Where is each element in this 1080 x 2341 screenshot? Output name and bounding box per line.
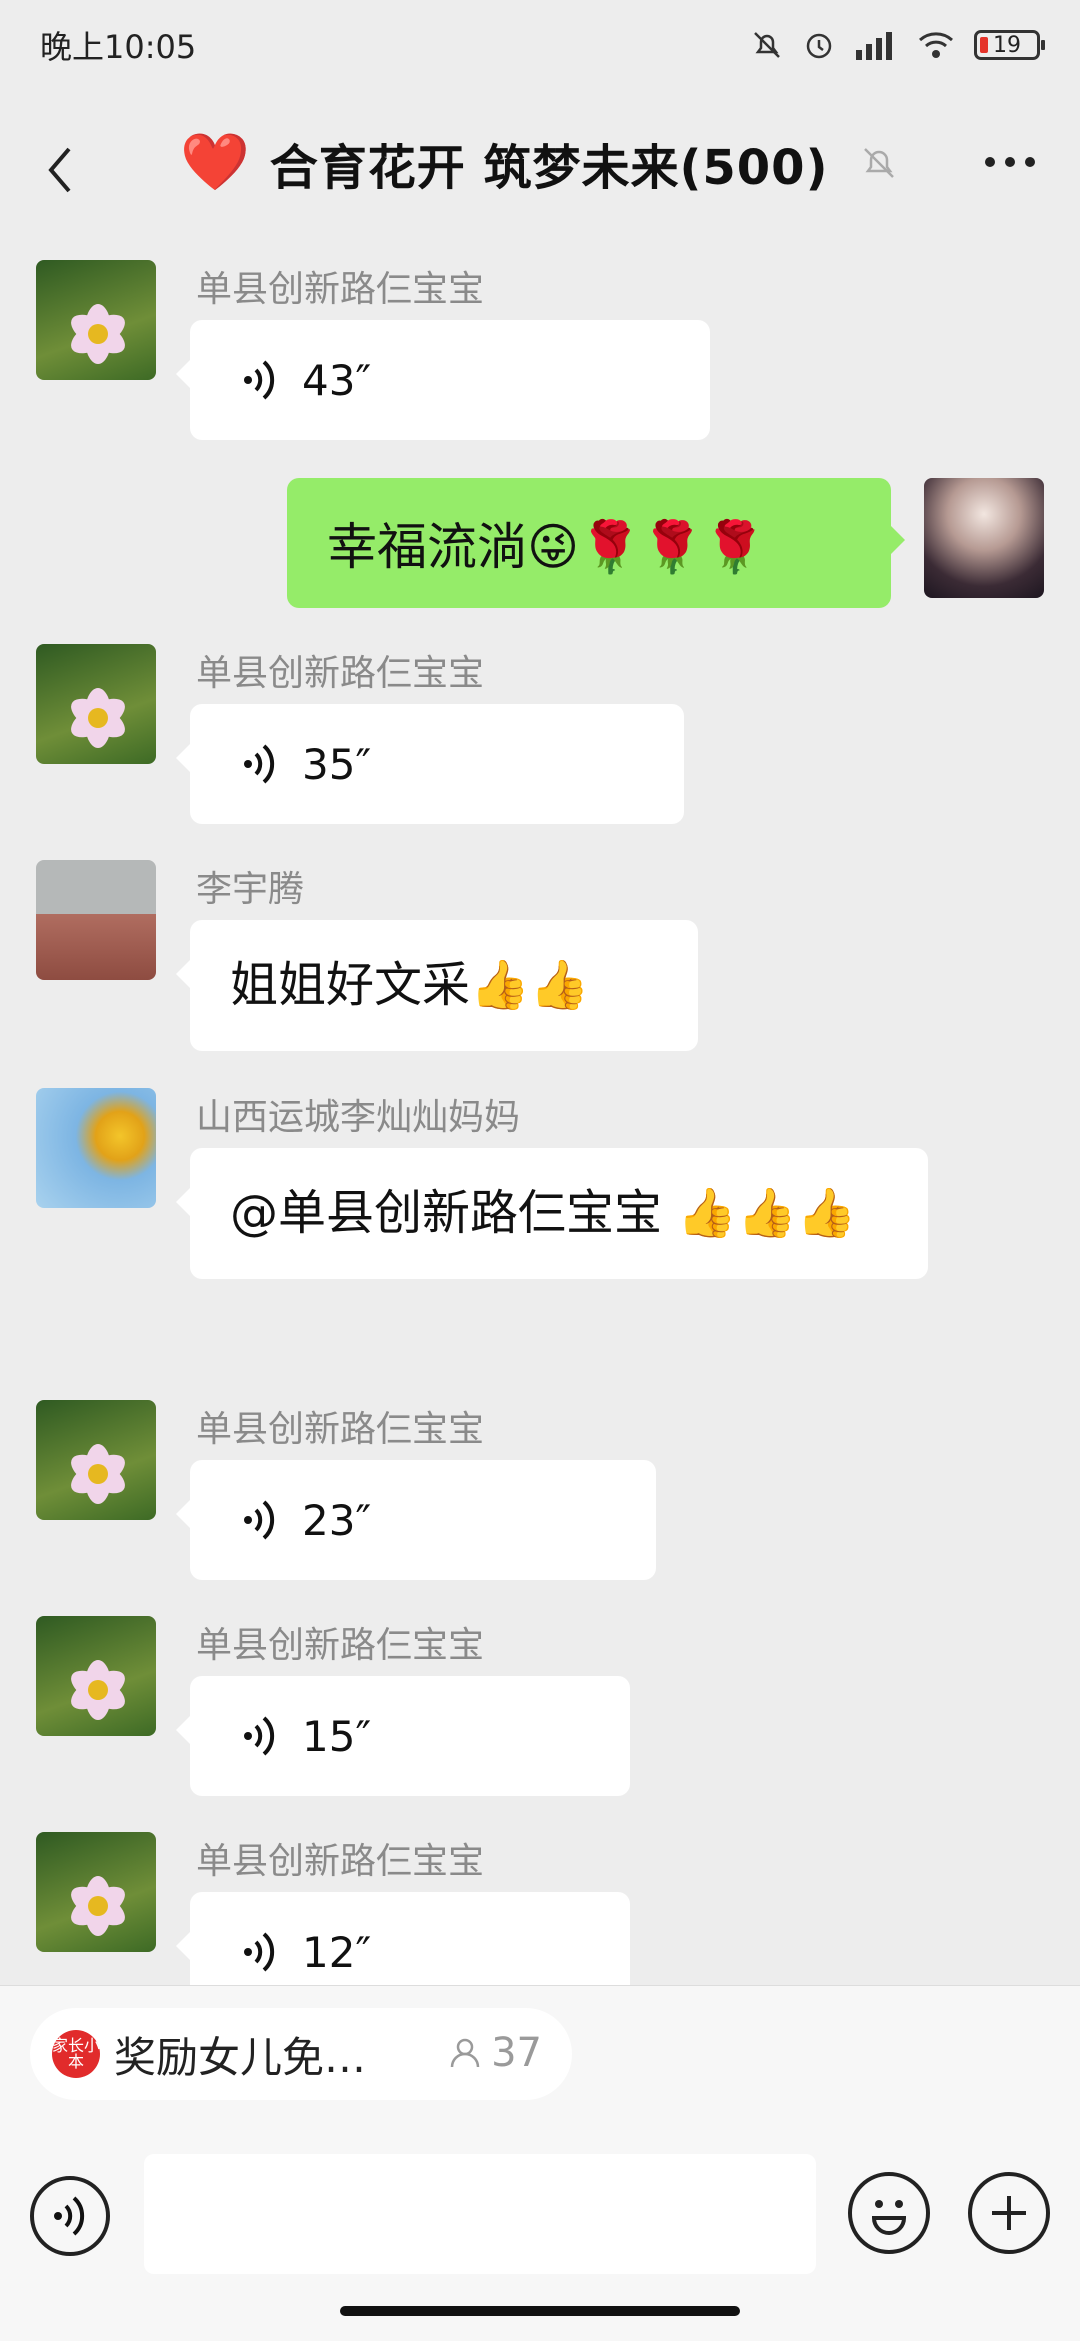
my-avatar[interactable] bbox=[924, 478, 1044, 598]
avatar[interactable] bbox=[36, 260, 156, 380]
voice-icon bbox=[244, 1716, 275, 1756]
message-text-content: @单县创新路仨宝宝 👍👍👍 bbox=[230, 1185, 857, 1241]
avatar[interactable] bbox=[36, 644, 156, 764]
avatar[interactable] bbox=[36, 1832, 156, 1952]
chevron-left-icon bbox=[48, 147, 71, 193]
flower-avatar-image bbox=[71, 304, 125, 364]
mini-program-logo: 家长小本 bbox=[52, 2030, 100, 2078]
avatar[interactable] bbox=[36, 1616, 156, 1736]
voice-duration: 12″ bbox=[302, 1927, 372, 1977]
home-indicator[interactable] bbox=[340, 2306, 740, 2316]
voice-message-bubble[interactable]: 35″ bbox=[176, 704, 684, 824]
voice-icon bbox=[244, 1932, 275, 1972]
voice-message-bubble[interactable]: 12″ bbox=[176, 1892, 630, 1985]
voice-duration: 35″ bbox=[302, 739, 372, 789]
more-dot bbox=[1005, 157, 1015, 167]
wifi-icon bbox=[919, 32, 953, 58]
avatar[interactable] bbox=[36, 1088, 156, 1208]
bell-off-icon bbox=[863, 148, 894, 178]
signal-icon bbox=[856, 32, 892, 60]
voice-message-bubble[interactable]: 43″ bbox=[176, 320, 710, 440]
emoji-button[interactable] bbox=[848, 2172, 930, 2254]
status-time: 晚上10:05 bbox=[40, 28, 197, 66]
sender-name: 单县创新路仨宝宝 bbox=[196, 653, 485, 694]
more-button[interactable] bbox=[980, 152, 1040, 172]
sender-name: 李宇腾 bbox=[196, 869, 305, 910]
avatar[interactable] bbox=[36, 860, 156, 980]
participant-count-value: 37 bbox=[491, 2030, 542, 2076]
text-message-bubble[interactable]: 姐姐好文采👍👍 bbox=[176, 920, 698, 1052]
my-message-text: 幸福流淌😜🌹🌹🌹 bbox=[327, 518, 766, 576]
participant-count: 37 bbox=[447, 2030, 542, 2076]
battery-icon: 19 bbox=[974, 30, 1045, 60]
person-icon bbox=[450, 2038, 480, 2068]
sender-name: 单县创新路仨宝宝 bbox=[196, 1841, 485, 1882]
heart-icon: ❤️ bbox=[180, 130, 250, 195]
voice-duration: 43″ bbox=[302, 355, 372, 405]
sender-name: 单县创新路仨宝宝 bbox=[196, 1625, 485, 1666]
smile-icon bbox=[871, 2200, 907, 2235]
voice-message-bubble[interactable]: 15″ bbox=[176, 1676, 630, 1796]
bell-off-status-icon bbox=[754, 32, 780, 58]
status-bar: 晚上10:05 19 bbox=[0, 0, 1080, 90]
flower-avatar-image bbox=[71, 1876, 125, 1936]
flower-avatar-image bbox=[71, 1660, 125, 1720]
chat-title[interactable]: 合育花开 筑梦未来(500) bbox=[270, 128, 829, 198]
battery-level: 19 bbox=[993, 32, 1021, 58]
alarm-icon bbox=[806, 33, 832, 59]
chat-title-group: ❤️ 合育花开 筑梦未来(500) bbox=[180, 128, 899, 198]
more-dots-icon bbox=[985, 157, 995, 167]
status-icons: 19 bbox=[750, 28, 1045, 62]
text-message-bubble[interactable]: @单县创新路仨宝宝 👍👍👍 bbox=[176, 1148, 928, 1280]
sender-name: 单县创新路仨宝宝 bbox=[196, 1409, 485, 1450]
voice-icon bbox=[244, 1500, 275, 1540]
more-dot bbox=[1025, 157, 1035, 167]
input-area: 家长小本 奖励女儿免… 37 bbox=[0, 1985, 1080, 2341]
voice-icon bbox=[244, 360, 275, 400]
plus-icon bbox=[992, 2196, 1026, 2230]
my-message-bubble[interactable]: 幸福流淌😜🌹🌹🌹 bbox=[287, 478, 905, 608]
message-input[interactable] bbox=[144, 2154, 816, 2274]
voice-message-bubble[interactable]: 23″ bbox=[176, 1460, 656, 1580]
pinned-mini-program[interactable]: 家长小本 奖励女儿免… 37 bbox=[30, 2008, 572, 2100]
chat-header: ❤️ 合育花开 筑梦未来(500) bbox=[0, 100, 1080, 240]
back-button[interactable] bbox=[40, 140, 80, 200]
flower-avatar-image bbox=[71, 1444, 125, 1504]
mini-program-title: 奖励女儿免… bbox=[114, 2032, 367, 2082]
voice-duration: 15″ bbox=[302, 1711, 372, 1761]
avatar[interactable] bbox=[36, 1400, 156, 1520]
voice-duration: 23″ bbox=[302, 1495, 372, 1545]
voice-icon bbox=[54, 2196, 85, 2236]
sender-name: 单县创新路仨宝宝 bbox=[196, 269, 485, 310]
voice-icon bbox=[244, 744, 275, 784]
sender-name: 山西运城李灿灿妈妈 bbox=[196, 1097, 521, 1138]
voice-input-button[interactable] bbox=[30, 2176, 110, 2256]
message-text-content: 姐姐好文采👍👍 bbox=[230, 957, 590, 1013]
flower-avatar-image bbox=[71, 688, 125, 748]
chat-list[interactable]: 单县创新路仨宝宝 43″ 幸福流淌😜🌹🌹🌹 单县创新路仨宝宝 35″ 李宇腾 姐… bbox=[0, 240, 1080, 1985]
plus-button[interactable] bbox=[968, 2172, 1050, 2254]
